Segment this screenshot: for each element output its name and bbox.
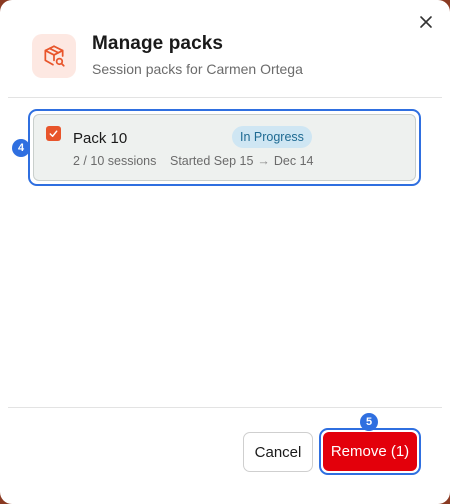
header-divider: [8, 97, 442, 98]
pack-checkbox[interactable]: [46, 126, 61, 141]
close-button[interactable]: [416, 12, 436, 32]
pack-name: Pack 10: [73, 130, 128, 147]
status-badge: In Progress: [232, 126, 312, 148]
pack-dates: Started Sep 15 → Dec 14: [170, 154, 314, 168]
check-icon: [49, 130, 58, 137]
pack-end-date: Dec 14: [273, 154, 314, 168]
dialog-title: Manage packs: [92, 33, 224, 54]
step-marker-4: 4: [12, 139, 30, 157]
manage-packs-dialog: Manage packs Session packs for Carmen Or…: [0, 0, 450, 504]
pack-start-date: Started Sep 15: [170, 154, 254, 168]
step-marker-5: 5: [360, 413, 378, 431]
dialog-subtitle: Session packs for Carmen Ortega: [92, 61, 303, 77]
pack-card[interactable]: [33, 114, 416, 181]
footer-divider: [8, 407, 442, 408]
arrow-right-icon: →: [257, 154, 270, 168]
cancel-button[interactable]: Cancel: [243, 432, 313, 472]
close-icon: [420, 16, 432, 28]
remove-button[interactable]: Remove (1): [323, 432, 417, 471]
pack-sessions: 2 / 10 sessions: [73, 154, 157, 168]
package-search-icon: [32, 34, 76, 78]
